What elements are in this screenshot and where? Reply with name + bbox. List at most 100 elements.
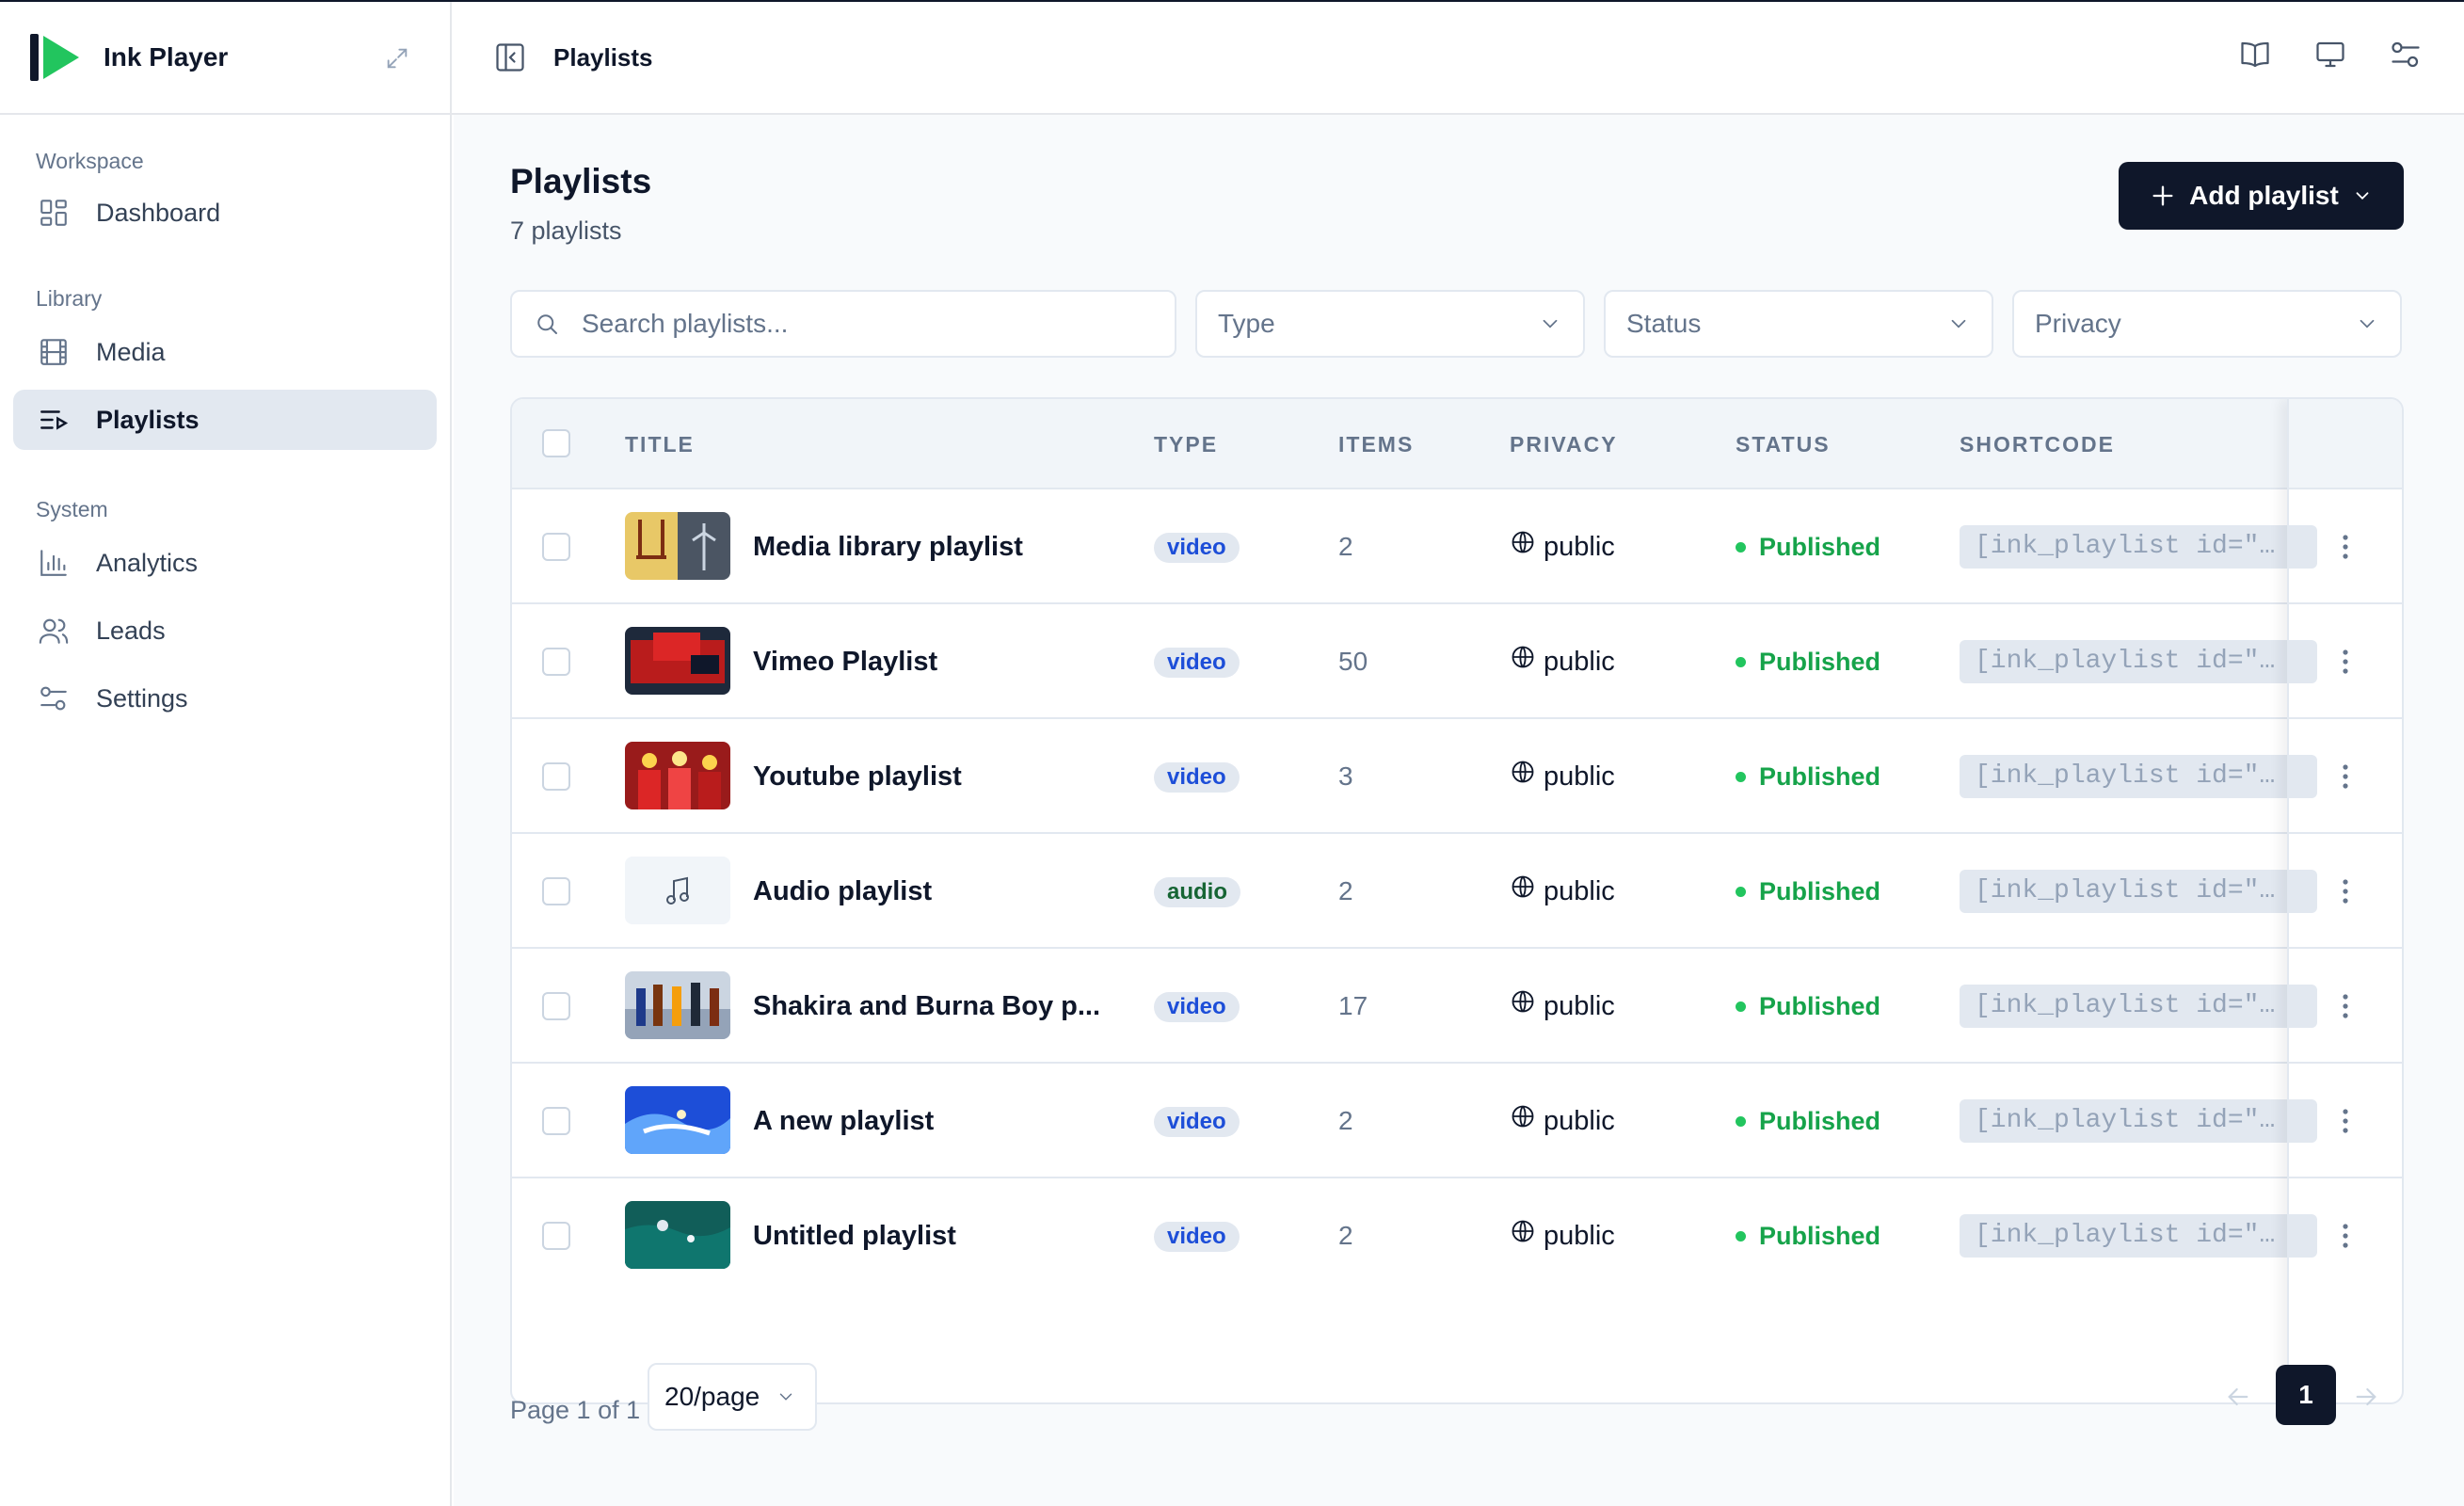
- playlist-title[interactable]: Audio playlist: [753, 834, 932, 949]
- status-label: Published: [1759, 991, 1881, 1020]
- row-checkbox[interactable]: [542, 992, 570, 1020]
- sidebar-toggle-icon[interactable]: [493, 40, 527, 74]
- playlist-title[interactable]: A new playlist: [753, 1064, 934, 1178]
- playlist-title[interactable]: Youtube playlist: [753, 719, 962, 834]
- shortcode-copy-field[interactable]: [ink_playlist id="…: [1960, 1099, 2317, 1143]
- main-content: Playlists 7 playlists Add playlist Type …: [454, 115, 2464, 1506]
- items-count: 17: [1338, 991, 1368, 1020]
- status-dot: [1736, 1115, 1746, 1127]
- status-filter-label: Status: [1626, 309, 1702, 338]
- column-header-privacy[interactable]: PRIVACY: [1510, 399, 1618, 489]
- sidebar-item-dashboard[interactable]: Dashboard: [13, 183, 437, 243]
- privacy-cell: public: [1510, 949, 1615, 1064]
- playlist-title[interactable]: Media library playlist: [753, 489, 1023, 604]
- prev-page-arrow-icon[interactable]: [2223, 1382, 2253, 1412]
- nav-heading-library: Library: [36, 286, 103, 311]
- playlist-thumbnail[interactable]: [625, 627, 730, 695]
- table-row[interactable]: Shakira and Burna Boy p... video 17 publ…: [512, 949, 2402, 1064]
- privacy-label: public: [1544, 1220, 1615, 1251]
- brand[interactable]: Ink Player: [0, 2, 450, 115]
- column-header-items[interactable]: ITEMS: [1338, 399, 1414, 489]
- docs-book-icon[interactable]: [2238, 38, 2272, 72]
- column-header-type[interactable]: TYPE: [1154, 399, 1218, 489]
- row-actions-menu-icon[interactable]: [2336, 875, 2355, 907]
- shortcode-copy-field[interactable]: [ink_playlist id="…: [1960, 985, 2317, 1028]
- select-all-checkbox[interactable]: [542, 429, 570, 457]
- sidebar-item-settings[interactable]: Settings: [13, 668, 437, 729]
- chevron-down-icon: [2356, 192, 2369, 200]
- column-header-shortcode[interactable]: SHORTCODE: [1960, 399, 2115, 489]
- shortcode-copy-field[interactable]: [ink_playlist id="…: [1960, 755, 2317, 798]
- sidebar-item-playlists[interactable]: Playlists: [13, 390, 437, 450]
- row-actions-menu-icon[interactable]: [2336, 531, 2355, 563]
- page-info: Page 1 of 1: [510, 1396, 641, 1424]
- add-playlist-button[interactable]: Add playlist: [2119, 162, 2404, 230]
- playlist-thumbnail[interactable]: [625, 512, 730, 580]
- search-field[interactable]: [510, 290, 1176, 358]
- row-actions-menu-icon[interactable]: [2336, 646, 2355, 678]
- playlist-thumbnail[interactable]: [625, 971, 730, 1039]
- sidebar-item-label: Media: [96, 337, 166, 366]
- row-actions-menu-icon[interactable]: [2336, 990, 2355, 1022]
- sidebar-item-analytics[interactable]: Analytics: [13, 533, 437, 593]
- search-input[interactable]: [582, 309, 1146, 339]
- globe-icon: [1512, 875, 1534, 898]
- playlist-thumbnail[interactable]: [625, 857, 730, 924]
- sidebar-item-leads[interactable]: Leads: [13, 601, 437, 661]
- status-dot: [1736, 656, 1746, 667]
- playlist-title[interactable]: Shakira and Burna Boy p...: [753, 949, 1100, 1064]
- row-checkbox[interactable]: [542, 762, 570, 791]
- per-page-select[interactable]: 20/page: [648, 1363, 817, 1431]
- table-row[interactable]: Audio playlist audio 2 public Published …: [512, 834, 2402, 949]
- privacy-label: public: [1544, 761, 1615, 792]
- playlist-thumbnail[interactable]: [625, 1201, 730, 1269]
- status-dot: [1736, 1230, 1746, 1242]
- privacy-label: public: [1544, 1105, 1615, 1136]
- type-badge: video: [1154, 533, 1240, 563]
- row-actions-menu-icon[interactable]: [2336, 761, 2355, 793]
- table-row[interactable]: Youtube playlist video 3 public Publishe…: [512, 719, 2402, 834]
- row-checkbox[interactable]: [542, 1222, 570, 1250]
- sidebar-item-label: Dashboard: [96, 198, 221, 227]
- shortcode-copy-field[interactable]: [ink_playlist id="…: [1960, 640, 2317, 683]
- playlist-title[interactable]: Vimeo Playlist: [753, 604, 937, 719]
- table-row[interactable]: A new playlist video 2 public Published …: [512, 1064, 2402, 1178]
- privacy-label: public: [1544, 990, 1615, 1021]
- monitor-icon[interactable]: [2313, 38, 2347, 72]
- row-checkbox[interactable]: [542, 648, 570, 676]
- privacy-cell: public: [1510, 1064, 1615, 1178]
- settings-sliders-icon[interactable]: [2389, 38, 2423, 72]
- table-row[interactable]: Vimeo Playlist video 50 public Published…: [512, 604, 2402, 719]
- shortcode-copy-field[interactable]: [ink_playlist id="…: [1960, 525, 2317, 569]
- row-actions-menu-icon[interactable]: [2336, 1220, 2355, 1252]
- row-checkbox[interactable]: [542, 1107, 570, 1135]
- table-row[interactable]: Media library playlist video 2 public Pu…: [512, 489, 2402, 604]
- status-label: Published: [1759, 1221, 1881, 1250]
- next-page-arrow-icon[interactable]: [2351, 1382, 2381, 1412]
- row-actions-menu-icon[interactable]: [2336, 1105, 2355, 1137]
- sidebar-item-media[interactable]: Media: [13, 322, 437, 382]
- status-label: Published: [1759, 532, 1881, 561]
- globe-icon: [1512, 990, 1534, 1013]
- privacy-cell: public: [1510, 489, 1615, 604]
- playlists-table: TITLE TYPE ITEMS PRIVACY STATUS SHORTCOD…: [510, 397, 2404, 1404]
- app-name: Ink Player: [104, 42, 229, 72]
- privacy-cell: public: [1510, 719, 1615, 834]
- playlist-thumbnail[interactable]: [625, 742, 730, 809]
- privacy-filter-select[interactable]: Privacy: [2012, 290, 2402, 358]
- chevron-down-icon: [1951, 319, 1966, 328]
- type-filter-select[interactable]: Type: [1195, 290, 1585, 358]
- row-checkbox[interactable]: [542, 533, 570, 561]
- status-filter-select[interactable]: Status: [1604, 290, 1993, 358]
- shortcode-copy-field[interactable]: [ink_playlist id="…: [1960, 870, 2317, 913]
- column-header-status[interactable]: STATUS: [1736, 399, 1831, 489]
- shortcode-copy-field[interactable]: [ink_playlist id="…: [1960, 1214, 2317, 1258]
- column-header-title[interactable]: TITLE: [625, 399, 695, 489]
- playlist-thumbnail[interactable]: [625, 1086, 730, 1154]
- playlist-title[interactable]: Untitled playlist: [753, 1178, 956, 1293]
- page-number-button[interactable]: 1: [2276, 1365, 2336, 1425]
- per-page-value: 20/page: [664, 1382, 760, 1411]
- row-checkbox[interactable]: [542, 877, 570, 905]
- expand-icon[interactable]: [384, 45, 410, 72]
- table-row[interactable]: Untitled playlist video 2 public Publish…: [512, 1178, 2402, 1293]
